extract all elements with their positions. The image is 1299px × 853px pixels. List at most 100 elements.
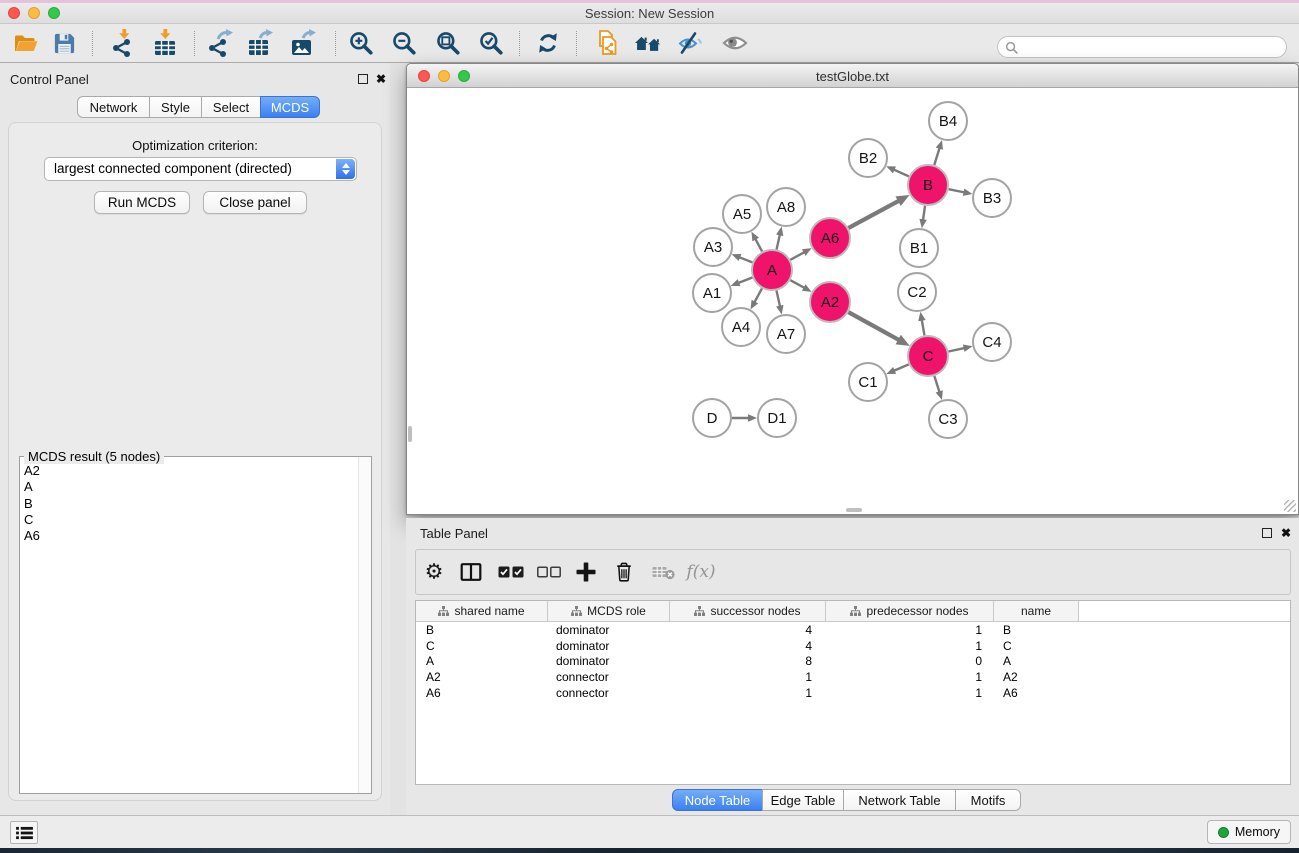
graph-edge-C-C2[interactable] xyxy=(922,319,925,336)
result-scrollbar[interactable] xyxy=(358,457,371,793)
export-network-button[interactable] xyxy=(206,29,234,57)
graph-node-C1[interactable]: C1 xyxy=(849,363,887,401)
graph-node-B2[interactable]: B2 xyxy=(849,139,887,177)
graph-node-A4[interactable]: A4 xyxy=(722,308,760,346)
table-cell[interactable]: 1 xyxy=(826,639,994,653)
table-cell[interactable]: B xyxy=(416,623,548,637)
graph-edge-B-B4[interactable] xyxy=(934,147,940,165)
table-cell[interactable]: 1 xyxy=(826,670,994,684)
tab-style[interactable]: Style xyxy=(149,96,202,118)
table-cell[interactable]: connector xyxy=(548,670,670,684)
graph-node-B4[interactable]: B4 xyxy=(929,102,967,140)
network-window-titlebar[interactable]: testGlobe.txt xyxy=(407,64,1298,88)
tab-mcds[interactable]: MCDS xyxy=(260,96,320,118)
table-cell[interactable]: A2 xyxy=(416,670,548,684)
graph-edge-A-A3[interactable] xyxy=(738,257,752,263)
table-cell[interactable]: B xyxy=(994,623,1079,637)
graph-node-A7[interactable]: A7 xyxy=(767,315,805,353)
column-header-predecessor-nodes[interactable]: predecessor nodes xyxy=(826,601,994,621)
close-panel-icon[interactable]: ✖ xyxy=(376,74,386,84)
table-cell[interactable]: 1 xyxy=(670,686,826,700)
export-image-button[interactable] xyxy=(289,29,317,57)
show-graphics-button[interactable] xyxy=(721,29,749,57)
table-settings-button[interactable]: ⚙ xyxy=(425,562,444,583)
table-cell[interactable]: A6 xyxy=(994,686,1079,700)
network-canvas[interactable]: B4B2BB3A5A8A6A3B1AA1C2A2A4A7C4CC1C3DD1 xyxy=(407,88,1298,514)
table-row[interactable]: Cdominator41C xyxy=(416,638,1290,654)
table-cell[interactable]: C xyxy=(994,639,1079,653)
graph-edge-B-B1[interactable] xyxy=(923,206,925,221)
graph-node-A[interactable]: A xyxy=(752,250,792,290)
tab-network[interactable]: Network xyxy=(77,96,150,118)
show-task-history-button[interactable] xyxy=(10,821,38,844)
zoom-fit-button[interactable] xyxy=(434,29,462,57)
table-cell[interactable]: dominator xyxy=(548,623,670,637)
graph-node-C2[interactable]: C2 xyxy=(898,273,936,311)
graph-node-C4[interactable]: C4 xyxy=(973,323,1011,361)
graph-edge-C-C4[interactable] xyxy=(949,348,966,352)
close-table-panel-icon[interactable]: ✖ xyxy=(1281,528,1291,538)
refresh-view-button[interactable] xyxy=(534,29,562,57)
tab-select[interactable]: Select xyxy=(201,96,261,118)
graph-node-C3[interactable]: C3 xyxy=(929,400,967,438)
graph-node-A5[interactable]: A5 xyxy=(723,195,761,233)
table-cell[interactable]: A xyxy=(994,654,1079,668)
table-row[interactable]: A2connector11A2 xyxy=(416,669,1290,685)
run-mcds-button[interactable]: Run MCDS xyxy=(94,191,190,214)
graph-node-D[interactable]: D xyxy=(693,399,731,437)
table-cell[interactable]: 4 xyxy=(670,623,826,637)
table-cell[interactable]: 1 xyxy=(826,623,994,637)
table-cell[interactable]: 8 xyxy=(670,654,826,668)
result-list-item[interactable]: A2 xyxy=(24,463,358,479)
close-panel-button[interactable]: Close panel xyxy=(203,191,307,214)
graph-node-A8[interactable]: A8 xyxy=(767,188,805,226)
unselect-all-button[interactable] xyxy=(537,567,561,578)
graph-edge-A-A2[interactable] xyxy=(790,280,805,288)
graph-node-B[interactable]: B xyxy=(908,165,948,205)
tab-network-table[interactable]: Network Table xyxy=(843,789,956,811)
table-cell[interactable]: 4 xyxy=(670,639,826,653)
search-field[interactable] xyxy=(997,36,1287,58)
graph-edge-A-A7[interactable] xyxy=(776,291,780,308)
tab-node-table[interactable]: Node Table xyxy=(672,789,763,811)
graph-node-D1[interactable]: D1 xyxy=(758,399,796,437)
graph-edge-A-A4[interactable] xyxy=(754,288,762,303)
select-all-button[interactable] xyxy=(498,566,524,578)
graph-edge-A2-C[interactable] xyxy=(848,312,900,340)
zoom-in-button[interactable] xyxy=(347,29,375,57)
graph-node-B1[interactable]: B1 xyxy=(900,229,938,267)
table-cell[interactable]: C xyxy=(416,639,548,653)
table-cell[interactable]: 0 xyxy=(826,654,994,668)
delete-column-button[interactable] xyxy=(615,562,633,583)
graph-edge-C-C1[interactable] xyxy=(893,364,909,371)
result-list-item[interactable]: C xyxy=(24,512,358,528)
search-input[interactable] xyxy=(1018,40,1286,54)
table-row[interactable]: A6connector11A6 xyxy=(416,685,1290,701)
function-builder-button-disabled[interactable]: f(x) xyxy=(686,562,715,582)
graph-edge-A-A6[interactable] xyxy=(790,252,805,260)
graph-edge-A6-B[interactable] xyxy=(848,200,899,228)
result-list-item[interactable]: B xyxy=(24,496,358,512)
graph-node-C[interactable]: C xyxy=(908,336,948,376)
hide-graphics-button[interactable] xyxy=(676,29,704,57)
table-cell[interactable]: 1 xyxy=(826,686,994,700)
open-session-button[interactable] xyxy=(12,29,40,57)
home-networks-button[interactable] xyxy=(634,29,662,57)
delete-table-button-disabled[interactable] xyxy=(653,565,676,580)
table-cell[interactable]: 1 xyxy=(670,670,826,684)
zoom-selected-button[interactable] xyxy=(477,29,505,57)
result-list-item[interactable]: A6 xyxy=(24,528,358,544)
graph-node-B3[interactable]: B3 xyxy=(973,179,1011,217)
table-cell[interactable]: connector xyxy=(548,686,670,700)
graph-edge-A-A8[interactable] xyxy=(777,233,781,249)
duplicate-network-button[interactable] xyxy=(593,29,621,57)
table-cell[interactable]: dominator xyxy=(548,639,670,653)
table-row[interactable]: Adominator80A xyxy=(416,653,1290,669)
graph-node-A3[interactable]: A3 xyxy=(694,228,732,266)
window-resize-grip[interactable] xyxy=(1284,500,1296,512)
float-table-panel-icon[interactable] xyxy=(1262,528,1272,538)
import-network-button[interactable] xyxy=(110,29,138,57)
column-header-successor-nodes[interactable]: successor nodes xyxy=(670,601,826,621)
vertical-scrollbar-thumb[interactable] xyxy=(408,426,412,442)
graph-edge-A-A1[interactable] xyxy=(737,278,752,284)
